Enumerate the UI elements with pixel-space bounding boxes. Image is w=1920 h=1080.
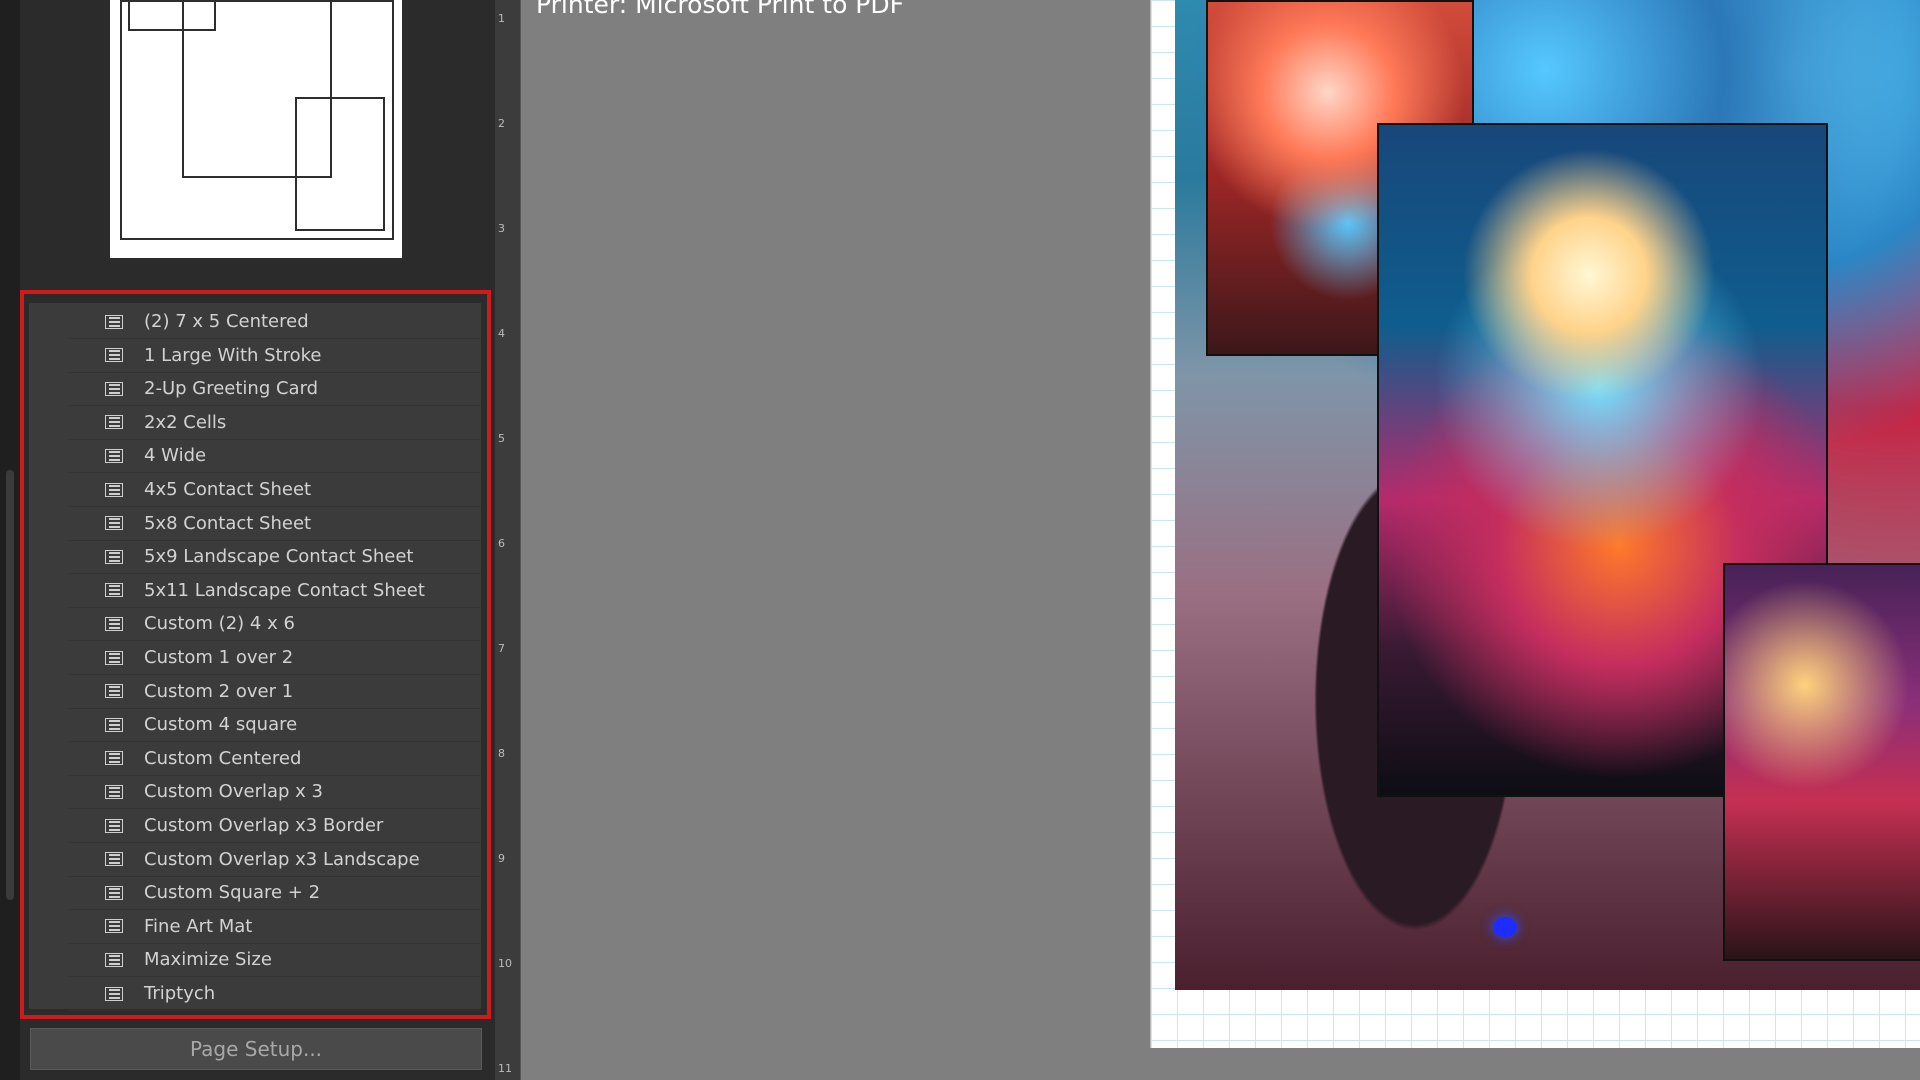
template-label: Custom 1 over 2 (144, 647, 294, 668)
ruler-mark: 10 (498, 957, 512, 970)
template-label: Custom Centered (144, 747, 302, 769)
template-item[interactable]: Triptych (69, 977, 481, 1011)
template-icon (105, 348, 123, 363)
template-icon (105, 684, 123, 699)
template-item[interactable]: Custom 2 over 1 (69, 675, 481, 709)
ruler-mark: 11 (498, 1062, 512, 1075)
ruler-mark: 8 (498, 747, 505, 760)
template-label: Custom (2) 4 x 6 (144, 613, 295, 635)
ruler-mark: 6 (498, 537, 505, 550)
template-label: (2) 7 x 5 Centered (144, 311, 309, 332)
template-preview (110, 0, 402, 258)
template-item[interactable]: Custom 1 over 2 (69, 641, 481, 675)
template-icon (105, 784, 123, 799)
template-label: 5x9 Landscape Contact Sheet (144, 546, 414, 568)
template-item[interactable]: 5x11 Landscape Contact Sheet (69, 574, 481, 608)
template-item[interactable]: Custom Overlap x3 Border (69, 809, 481, 843)
template-icon (105, 952, 123, 967)
template-icon (105, 583, 123, 598)
template-label: Triptych (144, 983, 216, 1004)
template-icon (105, 751, 123, 766)
template-icon (105, 482, 123, 497)
template-browser-list: (2) 7 x 5 Centered 1 Large With Stroke 2-U… (29, 303, 481, 1011)
ruler-mark: 1 (498, 12, 505, 25)
template-label: 5x8 Contact Sheet (144, 512, 312, 534)
ruler-mark: 7 (498, 642, 505, 655)
template-item[interactable]: Custom Centered (69, 742, 481, 776)
template-icon (105, 986, 123, 1001)
template-icon (105, 448, 123, 463)
ruler-mark: 3 (498, 222, 505, 235)
right-photo-cell[interactable] (1723, 563, 1920, 961)
template-label: Custom Square + 2 (144, 882, 321, 904)
template-icon (105, 549, 123, 564)
printer-label: Printer: Microsoft Print to PDF (536, 0, 905, 19)
template-label: Custom 2 over 1 (144, 680, 294, 702)
ruler-mark: 2 (498, 117, 505, 130)
template-item[interactable]: Custom (2) 4 x 6 (69, 607, 481, 642)
template-label: Custom 4 square (144, 714, 298, 736)
page-setup-button[interactable]: Page Setup... (30, 1028, 482, 1070)
template-icon (105, 381, 123, 396)
template-icon (105, 852, 123, 867)
template-icon (105, 885, 123, 900)
ruler-mark: 5 (498, 432, 505, 445)
template-icon (105, 415, 123, 430)
template-label: 5x11 Landscape Contact Sheet (144, 579, 425, 601)
template-label: 2-Up Greeting Card (144, 378, 319, 400)
template-item[interactable]: Custom Square + 2 (69, 876, 481, 911)
panel-scrollbar[interactable] (6, 470, 14, 900)
template-icon (105, 818, 123, 833)
template-item[interactable]: Maximize Size (69, 943, 481, 978)
template-icon (105, 919, 123, 934)
template-label: Fine Art Mat (144, 915, 253, 937)
left-panel: (2) 7 x 5 Centered 1 Large With Stroke 2-U… (0, 0, 495, 1080)
template-icon (105, 650, 123, 665)
template-label: Custom Overlap x3 Border (144, 815, 384, 836)
template-item[interactable]: Custom Overlap x3 Landscape (69, 843, 481, 877)
template-icon (105, 616, 123, 631)
template-icon (105, 516, 123, 531)
template-item[interactable]: Fine Art Mat (69, 910, 481, 944)
template-item[interactable]: 5x8 Contact Sheet (69, 507, 481, 541)
vertical-ruler: 1 2 3 4 5 6 7 8 9 10 11 (495, 0, 521, 1080)
template-item[interactable]: Custom 4 square (69, 708, 481, 743)
template-label: 2x2 Cells (144, 411, 227, 433)
template-item[interactable]: Custom Overlap x 3 (69, 775, 481, 810)
template-item[interactable]: 4x5 Contact Sheet (69, 473, 481, 507)
template-item[interactable]: (2) 7 x 5 Centered (69, 305, 481, 339)
template-icon (105, 314, 123, 329)
ruler-mark: 4 (498, 327, 505, 340)
template-label: 4x5 Contact Sheet (144, 479, 312, 500)
template-icon (105, 717, 123, 732)
template-label: 1 Large With Stroke (144, 344, 322, 366)
template-item[interactable]: 4 Wide (69, 439, 481, 474)
template-item[interactable]: 1 Large With Stroke (69, 339, 481, 373)
template-item[interactable]: 5x9 Landscape Contact Sheet (69, 540, 481, 575)
focus-indicator (1493, 917, 1517, 937)
template-label: 4 Wide (144, 445, 207, 467)
template-label: Custom Overlap x 3 (144, 781, 323, 803)
preview-cell (295, 97, 385, 231)
template-label: Custom Overlap x3 Landscape (144, 848, 420, 870)
template-item[interactable]: 2x2 Cells (69, 406, 481, 440)
ruler-mark: 9 (498, 852, 505, 865)
template-item[interactable]: 2-Up Greeting Card (69, 372, 481, 407)
template-label: Maximize Size (144, 949, 272, 971)
